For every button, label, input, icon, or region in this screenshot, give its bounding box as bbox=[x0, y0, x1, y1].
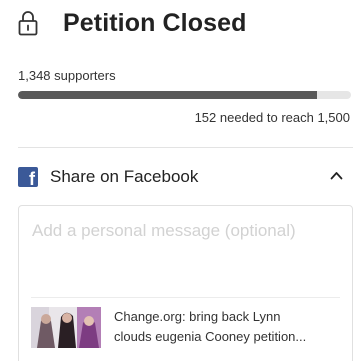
share-facebook-toggle[interactable]: f Share on Facebook bbox=[18, 162, 353, 192]
facebook-share-box: Change.org: bring back Lynn clouds eugen… bbox=[18, 205, 353, 361]
section-divider bbox=[18, 147, 353, 148]
page-title: Petition Closed bbox=[63, 8, 247, 37]
lock-icon bbox=[18, 11, 38, 36]
petition-status-header: Petition Closed bbox=[18, 4, 246, 42]
personal-message-input[interactable] bbox=[32, 221, 342, 241]
petition-sidebar: Petition Closed 1,348 supporters 152 nee… bbox=[0, 0, 353, 361]
facebook-icon: f bbox=[18, 167, 38, 188]
link-preview-text: Change.org: bring back Lynn clouds eugen… bbox=[114, 307, 306, 351]
link-preview-title-line2: clouds eugenia Cooney petition... bbox=[114, 329, 307, 344]
supporters-needed-text: 152 needed to reach 1,500 bbox=[194, 110, 350, 125]
link-preview-title-line1: Change.org: bring back Lynn bbox=[114, 309, 281, 324]
supporters-count: 1,348 supporters bbox=[18, 68, 116, 83]
share-box-divider bbox=[31, 297, 340, 298]
chevron-up-icon[interactable] bbox=[330, 171, 343, 180]
petition-thumbnail bbox=[31, 307, 101, 348]
link-preview: Change.org: bring back Lynn clouds eugen… bbox=[31, 307, 340, 351]
progress-fill bbox=[18, 91, 318, 99]
share-facebook-label: Share on Facebook bbox=[50, 167, 199, 186]
supporters-progress-bar bbox=[18, 91, 351, 99]
